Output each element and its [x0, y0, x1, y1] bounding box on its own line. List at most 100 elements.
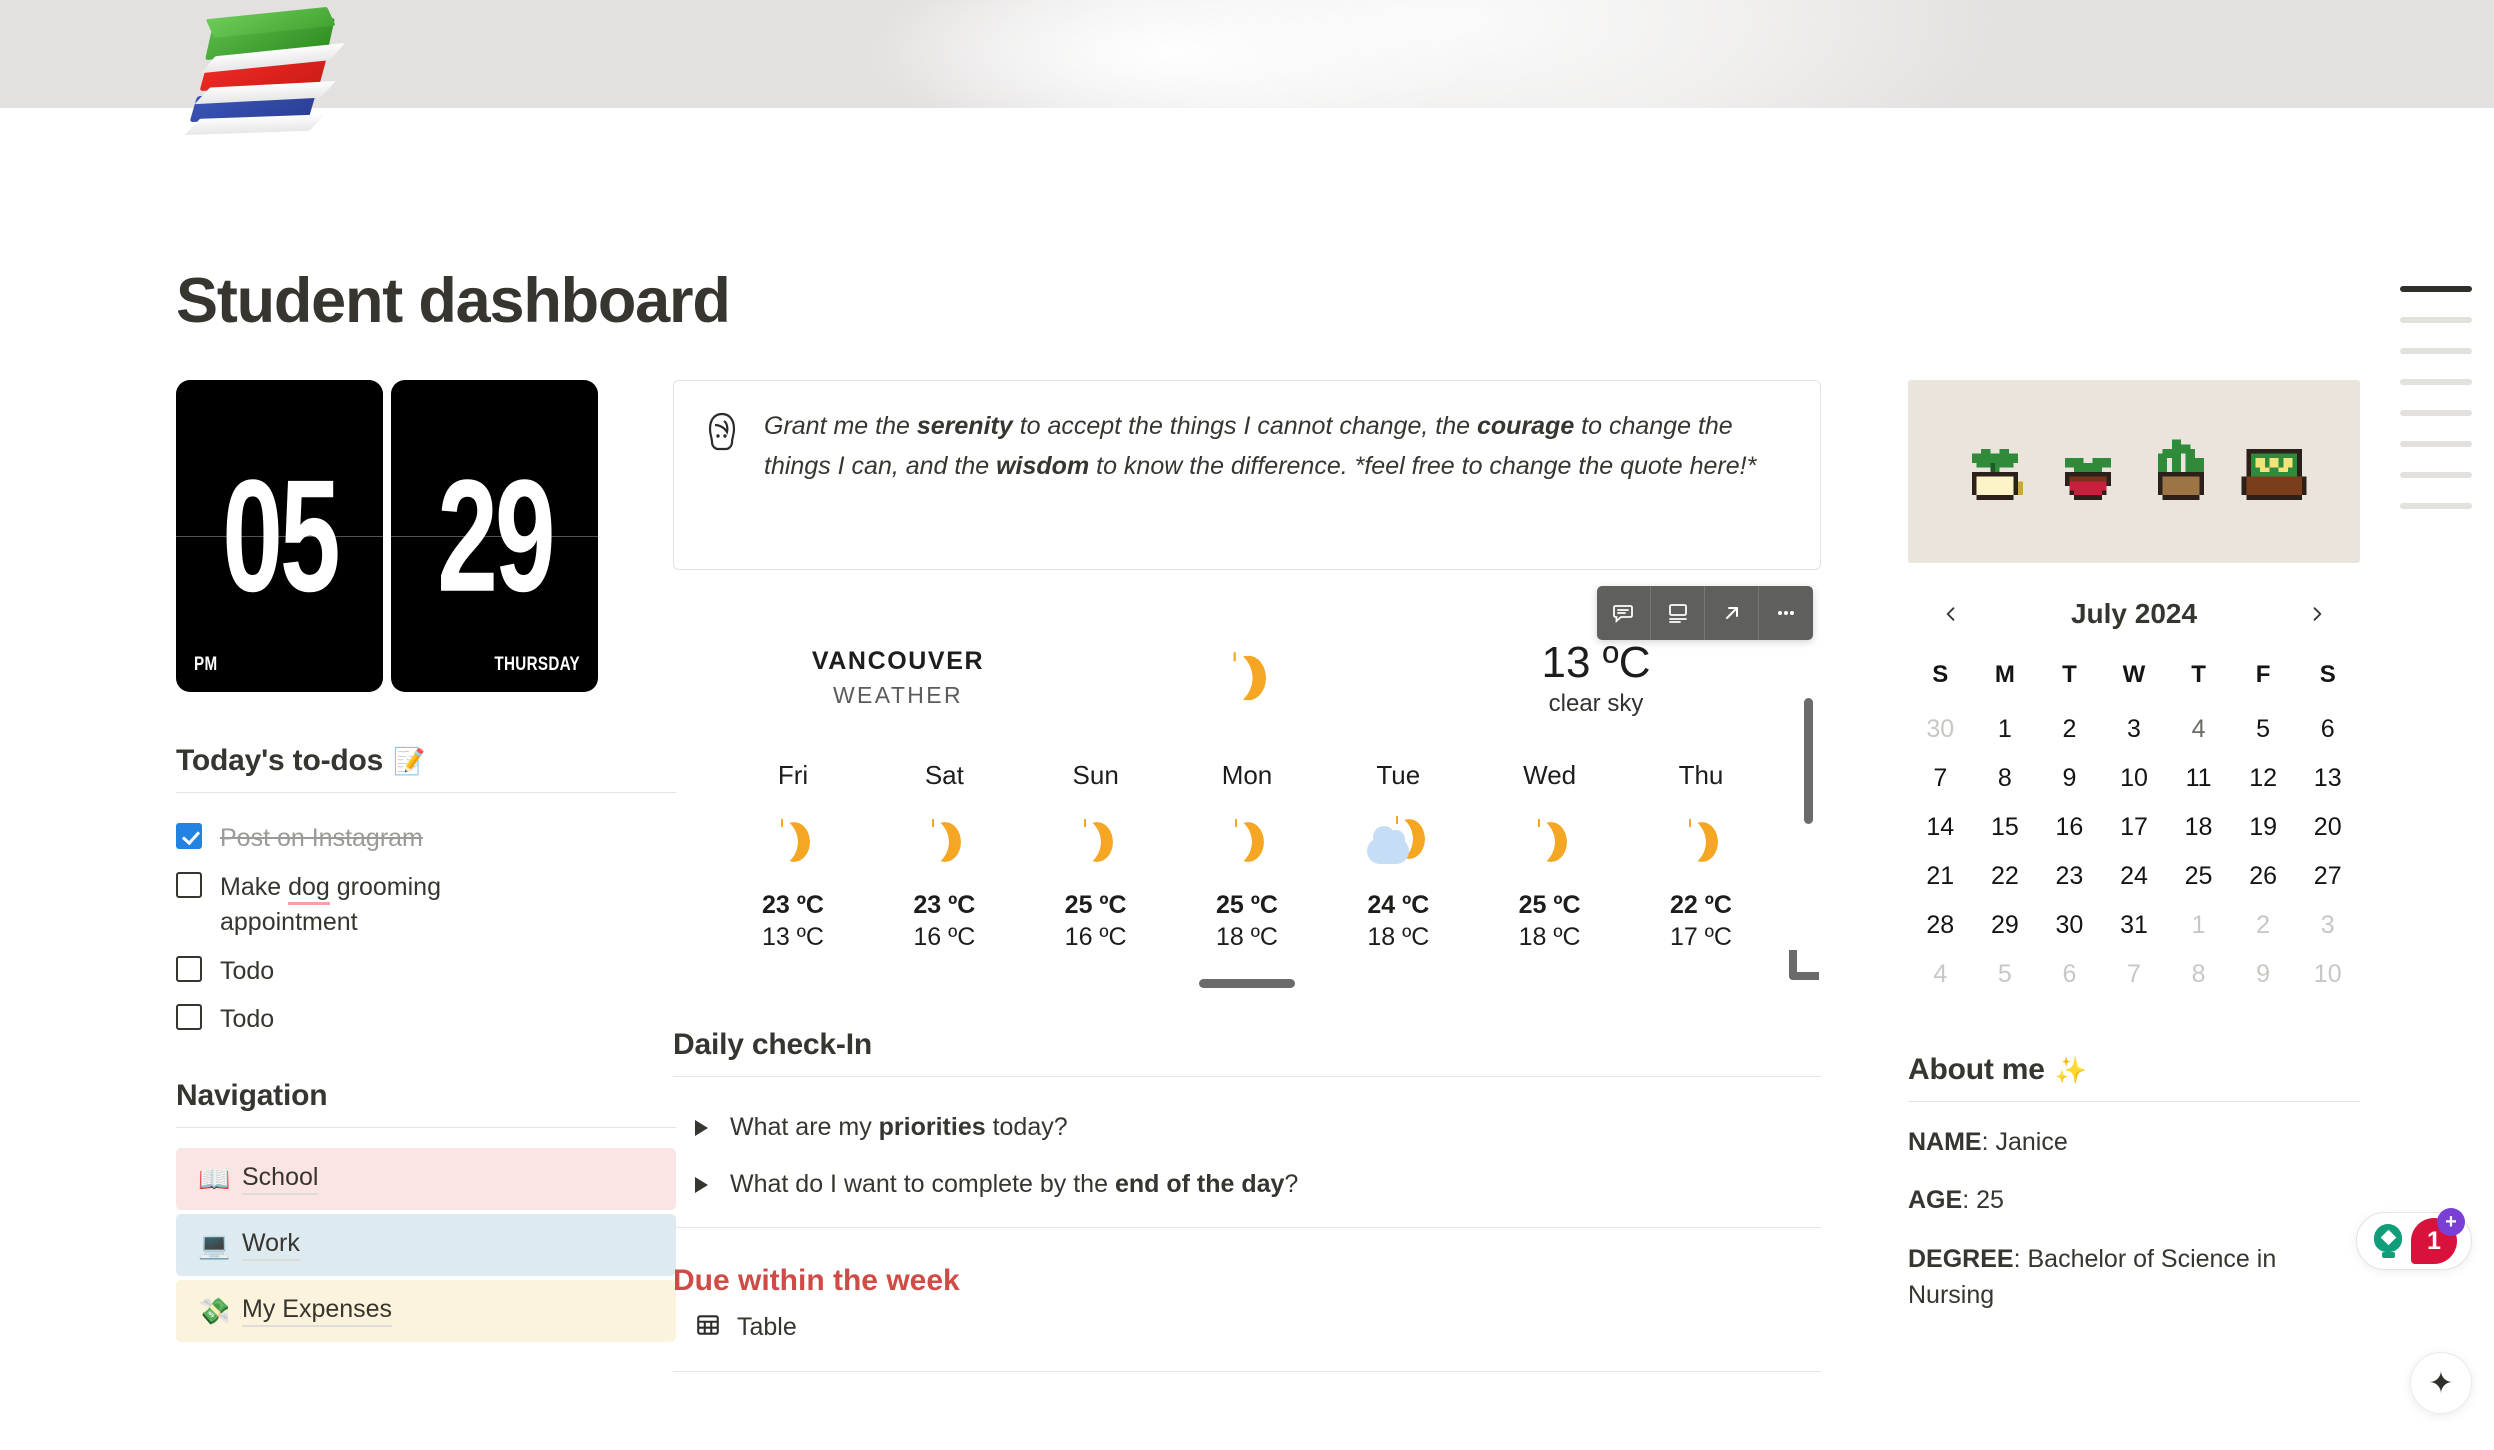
chevron-right-icon[interactable]: [2300, 597, 2334, 631]
ai-assistant-button[interactable]: ✦: [2410, 1352, 2472, 1414]
flip-clock-widget[interactable]: 05 PM 29 THURSDAY: [176, 380, 676, 692]
calendar-day-cell[interactable]: 14: [1908, 803, 1973, 852]
page-title[interactable]: Student dashboard: [176, 265, 731, 337]
toc-item[interactable]: [2400, 441, 2472, 447]
due-table-link[interactable]: Table: [673, 1298, 1821, 1343]
chevron-right-icon[interactable]: [695, 1119, 708, 1136]
checkin-toggle[interactable]: What do I want to complete by the end of…: [673, 1156, 1821, 1213]
calendar-day-cell[interactable]: 6: [2295, 705, 2360, 754]
toc-item[interactable]: [2400, 286, 2472, 292]
calendar-day-cell[interactable]: 7: [1908, 754, 1973, 803]
notification-badge[interactable]: 1 +: [2411, 1208, 2465, 1264]
calendar-day-cell[interactable]: 9: [2231, 950, 2296, 999]
todo-checkbox[interactable]: [176, 1004, 202, 1030]
calendar-day-cell[interactable]: 24: [2102, 852, 2167, 901]
toc-item[interactable]: [2400, 379, 2472, 385]
weather-day-high: 23 ºC: [762, 891, 824, 919]
calendar-day-cell[interactable]: 1: [2166, 901, 2231, 950]
books-stack-icon[interactable]: [184, 10, 345, 145]
calendar-day-cell[interactable]: 31: [2102, 901, 2167, 950]
plus-icon[interactable]: +: [2437, 1208, 2465, 1236]
weather-day-high: 22 ºC: [1669, 891, 1732, 919]
calendar-day-cell[interactable]: 11: [2166, 754, 2231, 803]
more-options-icon[interactable]: [1759, 586, 1813, 640]
calendar-day-cell[interactable]: 10: [2295, 950, 2360, 999]
todos-heading[interactable]: Today's to-dos 📝: [176, 744, 676, 778]
calendar-day-cell[interactable]: 2: [2231, 901, 2296, 950]
todo-checkbox[interactable]: [176, 871, 202, 898]
toc-item[interactable]: [2400, 348, 2472, 354]
navigation-heading[interactable]: Navigation: [176, 1079, 676, 1113]
calendar-day-cell[interactable]: 30: [1908, 705, 1973, 754]
todo-item[interactable]: Post on Instagram: [176, 815, 676, 864]
quote-callout[interactable]: Grant me the serenity to accept the thin…: [673, 380, 1821, 570]
sidebar-item-school[interactable]: 📖 School: [176, 1147, 676, 1210]
calendar-day-cell[interactable]: 30: [2037, 901, 2102, 950]
calendar-day-cell[interactable]: 8: [2166, 950, 2231, 999]
calendar-day-cell[interactable]: 21: [1908, 852, 1973, 901]
weather-widget[interactable]: VANCOUVER WEATHER 13 ºC clear sky Fri 23 …: [673, 586, 1821, 988]
table-of-contents-minimap[interactable]: [2400, 286, 2472, 509]
expand-icon[interactable]: [1705, 586, 1759, 640]
todo-checkbox[interactable]: [176, 823, 202, 849]
calendar-day-cell[interactable]: 17: [2102, 803, 2167, 852]
weather-scrollbar[interactable]: [1804, 698, 1813, 824]
calendar-day-cell[interactable]: 18: [2166, 803, 2231, 852]
comment-icon[interactable]: [1597, 586, 1651, 640]
weather-resize-handle[interactable]: [1789, 950, 1819, 980]
calendar-day-cell[interactable]: 12: [2231, 754, 2296, 803]
lightbulb-icon: [2371, 1224, 2405, 1258]
calendar-day-cell[interactable]: 8: [1973, 754, 2038, 803]
due-table-label: Table: [737, 1313, 797, 1341]
calendar-day-cell[interactable]: 10: [2102, 754, 2167, 803]
todo-checkbox[interactable]: [176, 955, 202, 982]
calendar-day-cell[interactable]: 22: [1973, 852, 2038, 901]
chevron-right-icon[interactable]: [695, 1176, 708, 1193]
toc-item[interactable]: [2400, 317, 2472, 323]
calendar-day-cell[interactable]: 3: [2295, 901, 2360, 950]
daily-checkin-heading[interactable]: Daily check-In: [673, 1028, 1821, 1062]
calendar-day-cell[interactable]: 2: [2037, 705, 2102, 754]
weather-drag-handle[interactable]: [1199, 979, 1295, 988]
todo-item[interactable]: Todo: [176, 996, 676, 1045]
toc-item[interactable]: [2400, 410, 2472, 416]
calendar-day-cell[interactable]: 16: [2037, 803, 2102, 852]
calendar-day-cell[interactable]: 4: [1908, 950, 1973, 999]
weather-day-high: 25 ºC: [1518, 891, 1581, 919]
todo-item[interactable]: Make dog grooming appointment: [176, 864, 676, 948]
caption-icon[interactable]: [1651, 586, 1705, 640]
toc-item[interactable]: [2400, 503, 2472, 509]
calendar-day-cell[interactable]: 20: [2295, 803, 2360, 852]
plants-image[interactable]: [1908, 380, 2360, 563]
calendar-day-cell[interactable]: 26: [2231, 852, 2296, 901]
calendar-day-cell[interactable]: 27: [2295, 852, 2360, 901]
weather-day-name: Sat: [924, 760, 964, 790]
sidebar-item-my-expenses[interactable]: 💸 My Expenses: [176, 1279, 676, 1342]
due-heading[interactable]: Due within the week: [673, 1264, 1821, 1298]
calendar-day-cell[interactable]: 3: [2102, 705, 2167, 754]
calendar-day-cell[interactable]: 29: [1973, 901, 2038, 950]
todo-item[interactable]: Todo: [176, 948, 676, 997]
weather-block-toolbar[interactable]: [1597, 586, 1813, 640]
calendar-day-cell[interactable]: 13: [2295, 754, 2360, 803]
chevron-left-icon[interactable]: [1934, 597, 1968, 631]
calendar-day-cell[interactable]: 23: [2037, 852, 2102, 901]
toc-item[interactable]: [2400, 472, 2472, 478]
calendar-day-cell[interactable]: 5: [2231, 705, 2296, 754]
calendar-day-cell[interactable]: 19: [2231, 803, 2296, 852]
calendar-day-cell[interactable]: 28: [1908, 901, 1973, 950]
checkin-toggle[interactable]: What are my priorities today?: [673, 1099, 1821, 1156]
calendar-widget[interactable]: July 2024 S M T W T F S 30 1 2 3 4 5 6 7 8 9 10 11 12 13 14 15…: [1908, 597, 2360, 999]
calendar-day-cell[interactable]: 15: [1973, 803, 2038, 852]
calendar-day-cell[interactable]: 7: [2102, 950, 2167, 999]
calendar-day-cell[interactable]: 25: [2166, 852, 2231, 901]
calendar-day-cell[interactable]: 5: [1973, 950, 2038, 999]
about-me-heading[interactable]: About me ✨: [1908, 1053, 2360, 1087]
help-widget-button[interactable]: 1 +: [2356, 1208, 2472, 1270]
sidebar-item-work[interactable]: 💻 Work: [176, 1213, 676, 1276]
calendar-day-cell[interactable]: 4: [2166, 705, 2231, 754]
calendar-day-cell[interactable]: 1: [1973, 705, 2038, 754]
calendar-day-cell[interactable]: 6: [2037, 950, 2102, 999]
calendar-day-cell[interactable]: 9: [2037, 754, 2102, 803]
weather-subtitle: WEATHER: [832, 682, 964, 708]
